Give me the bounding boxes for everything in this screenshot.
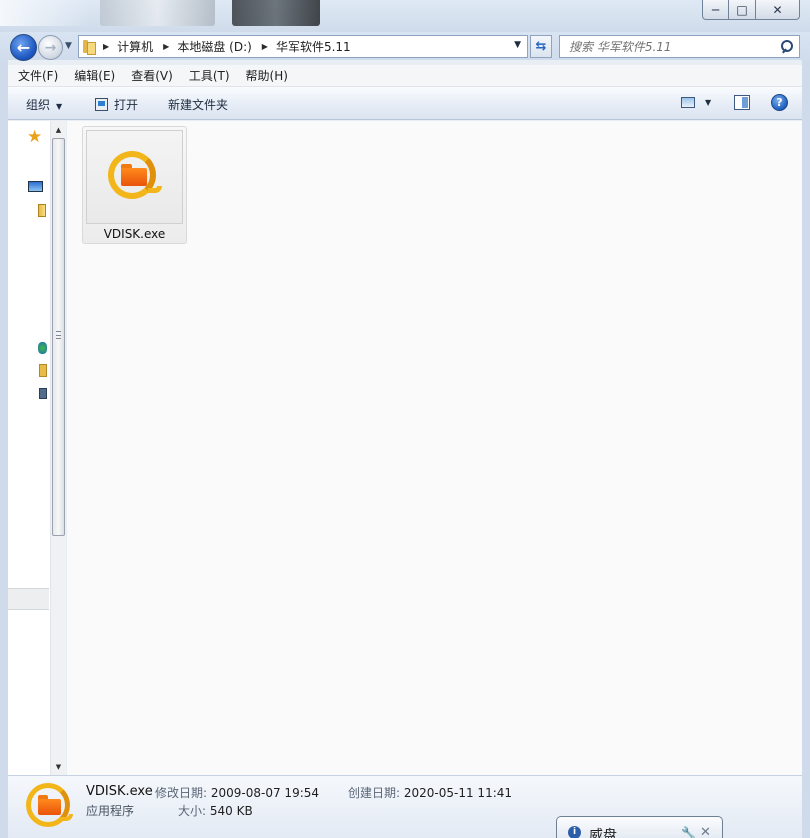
close-button[interactable]: ✕ [756,0,800,20]
help-icon: ? [776,96,783,109]
modified-label: 修改日期: [155,786,208,800]
details-modified: 修改日期: 2009-08-07 19:54 [155,784,319,801]
menu-file[interactable]: 文件(F) [10,67,66,84]
file-thumbnail [86,130,183,224]
computer-icon[interactable] [39,388,47,399]
scroll-thumb[interactable] [52,138,65,536]
scroll-down-arrow-icon[interactable]: ▼ [51,763,66,771]
search-box[interactable] [559,35,800,58]
size-value: 540 KB [209,804,253,818]
refresh-icon: ⇆ [535,39,547,54]
scroll-up-arrow-icon[interactable]: ▲ [51,126,66,134]
folder-icon[interactable] [39,364,47,377]
details-created: 创建日期: 2020-05-11 11:41 [348,784,512,801]
maximize-button[interactable]: □ [729,0,756,20]
window-border-left [0,60,8,838]
refresh-button[interactable]: ⇆ [530,35,552,58]
network-icon[interactable] [38,342,47,354]
wrench-icon[interactable]: 🔧 [681,826,696,838]
navigation-pane: ★ ▲ ▼ [8,121,66,775]
forward-arrow-icon: → [44,39,57,56]
preview-pane-button[interactable] [734,95,750,110]
minimize-button[interactable]: ─ [702,0,729,20]
organize-button[interactable]: 组织 ▼ [26,96,62,113]
close-icon[interactable]: ✕ [700,825,711,838]
caption-buttons: ─ □ ✕ [702,0,800,20]
notification-tab[interactable]: i 威盘 🔧 ✕ [556,816,723,838]
chevron-right-icon[interactable]: ▶ [103,42,109,51]
recent-pages-dropdown[interactable]: ▼ [65,41,72,51]
address-bar[interactable]: ▶ 计算机 ▶ 本地磁盘 (D:) ▶ 华军软件5.11 ▼ [78,35,528,58]
organize-label: 组织 [26,98,51,112]
background-window-thumbnail [232,0,320,26]
file-list[interactable]: VDISK.exe [67,121,802,775]
created-label: 创建日期: [348,786,401,800]
breadcrumb-current-folder[interactable]: 华军软件5.11 [276,38,351,55]
desktop-icon[interactable] [28,181,43,192]
window-border-right [802,60,810,838]
menu-view[interactable]: 查看(V) [123,67,181,84]
file-name: VDISK.exe [103,227,166,241]
new-folder-button[interactable]: 新建文件夹 [168,96,228,113]
details-file-name: VDISK.exe [86,784,153,799]
open-button[interactable]: 打开 [95,96,138,113]
chevron-right-icon[interactable]: ▶ [262,42,268,51]
size-label: 大小: [178,804,207,818]
menu-help[interactable]: 帮助(H) [238,67,296,84]
open-program-icon [95,98,108,111]
search-input[interactable] [560,36,775,57]
menu-tools[interactable]: 工具(T) [181,67,238,84]
help-button[interactable]: ? [771,94,788,111]
view-options-dropdown[interactable]: ▼ [705,98,711,107]
created-value: 2020-05-11 11:41 [403,786,513,800]
vdisk-app-icon [108,151,162,205]
details-file-type: 应用程序 [86,804,135,818]
menu-edit[interactable]: 编辑(E) [66,67,123,84]
notification-title: 威盘 [589,828,617,838]
chevron-down-icon: ▼ [56,102,63,111]
breadcrumb-computer[interactable]: 计算机 [117,38,153,55]
modified-value: 2009-08-07 19:54 [210,786,320,800]
vdisk-app-icon [26,783,74,831]
nav-scrollbar[interactable]: ▲ ▼ [50,121,66,775]
chevron-right-icon[interactable]: ▶ [163,42,169,51]
title-bar-glow [0,0,90,26]
open-label: 打开 [114,98,139,112]
breadcrumb-drive-d[interactable]: 本地磁盘 (D:) [177,38,251,55]
nav-pane-splitter [8,588,49,610]
favorites-star-icon[interactable]: ★ [27,129,42,146]
folder-icon [83,40,96,55]
command-bar: 组织 ▼ 打开 新建文件夹 ▼ ? [8,87,802,120]
background-window-thumbnail [100,0,215,26]
file-item[interactable]: VDISK.exe [82,126,187,244]
grip-icon [56,331,61,339]
info-icon: i [568,826,581,838]
menu-bar: 文件(F) 编辑(E) 查看(V) 工具(T) 帮助(H) [8,65,802,87]
address-history-dropdown[interactable]: ▼ [514,40,521,50]
address-row: ← → ▼ ▶ 计算机 ▶ 本地磁盘 (D:) ▶ 华军软件5.11 ▼ ⇆ [0,32,810,61]
library-icon[interactable] [38,204,46,217]
search-icon[interactable] [781,40,793,53]
details-size: 大小: 540 KB [178,802,253,819]
title-bar: ─ □ ✕ [0,0,810,32]
back-arrow-icon: ← [16,38,31,57]
change-view-button[interactable] [681,97,695,108]
forward-button[interactable]: → [38,35,63,60]
back-button[interactable]: ← [10,34,37,61]
